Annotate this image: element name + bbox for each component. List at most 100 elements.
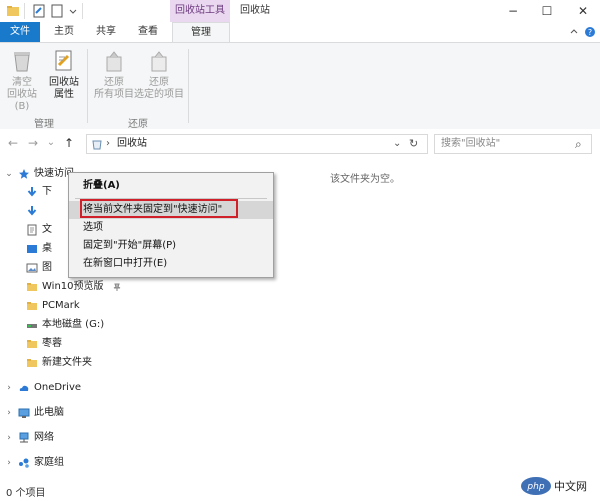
path-separator: › xyxy=(106,138,110,149)
desktop-icon xyxy=(27,245,37,253)
search-icon[interactable]: ⌕ xyxy=(575,135,582,153)
chevron-right-icon[interactable]: › xyxy=(4,378,14,398)
nav-label: 下 xyxy=(42,186,52,197)
nav-item-local-disk-g[interactable]: 本地磁盘 (G:) xyxy=(0,315,140,335)
recycle-bin-icon xyxy=(92,140,102,150)
nav-label: OneDrive xyxy=(34,382,82,393)
chevron-right-icon[interactable]: › xyxy=(4,453,14,473)
restore-all-items-button[interactable]: 还原 所有项目 xyxy=(92,49,136,105)
nav-item-documents[interactable]: 文 xyxy=(0,220,66,240)
chevron-right-icon[interactable]: › xyxy=(4,428,14,448)
menu-item-label: 折叠(A) xyxy=(83,180,120,191)
nav-item-onedrive[interactable]: › OneDrive xyxy=(0,378,140,398)
nav-item-network[interactable]: › 网络 xyxy=(0,428,140,448)
download-arrow-icon xyxy=(27,206,37,216)
divider xyxy=(82,3,83,19)
group-separator xyxy=(87,49,88,123)
menu-item-pin-to-start[interactable]: 固定到"开始"屏幕(P) xyxy=(69,237,273,255)
nav-label: 家庭组 xyxy=(34,457,64,468)
nav-item-downloads-2[interactable] xyxy=(0,201,66,221)
group-label-manage: 管理 xyxy=(34,119,54,130)
menu-item-open-new-window[interactable]: 在新窗口中打开(E) xyxy=(69,255,273,273)
group-separator xyxy=(188,49,189,123)
computer-icon xyxy=(18,408,30,418)
nav-item-zhangmai[interactable]: 枣蓉 xyxy=(0,334,140,354)
contextual-tab-recycle-bin-tools: 回收站工具 xyxy=(170,0,230,22)
folder-icon[interactable] xyxy=(6,4,20,18)
path-segment-recycle-bin[interactable]: 回收站 xyxy=(117,135,147,153)
chevron-right-icon[interactable]: › xyxy=(4,403,14,423)
properties-icon[interactable] xyxy=(32,4,46,18)
menu-item-label: 在新窗口中打开(E) xyxy=(83,258,168,269)
nav-item-this-pc[interactable]: › 此电脑 xyxy=(0,403,140,423)
search-box[interactable]: 搜索"回收站" ⌕ xyxy=(434,134,592,154)
nav-item-downloads[interactable]: 下 xyxy=(0,182,66,202)
nav-label: 新建文件夹 xyxy=(42,357,92,368)
highlight-box xyxy=(80,199,238,218)
star-icon xyxy=(19,169,29,179)
address-bar[interactable]: › 回收站 ⌄ ↻ xyxy=(86,134,428,154)
restore-selected-icon xyxy=(151,51,167,72)
restore-selected-items-button[interactable]: 还原 选定的项目 xyxy=(134,49,184,105)
close-button[interactable]: ✕ xyxy=(566,0,600,22)
minimize-button[interactable]: − xyxy=(496,0,530,22)
empty-recycle-bin-button[interactable]: 清空 回收站(B) xyxy=(2,49,42,112)
cloud-icon xyxy=(19,385,29,391)
ribbon-tabs: 文件 主页 共享 查看 管理 ? xyxy=(0,22,600,42)
restore-all-icon xyxy=(106,51,122,72)
empty-folder-message: 该文件夹为空。 xyxy=(330,174,400,185)
nav-label: 枣蓉 xyxy=(42,338,62,349)
nav-label: 桌 xyxy=(42,243,52,254)
download-arrow-icon xyxy=(27,187,37,197)
homegroup-icon xyxy=(19,458,29,468)
pictures-icon xyxy=(26,263,38,273)
nav-label: Win10预览版 xyxy=(42,281,104,292)
empty-bin-label-line1: 清空 xyxy=(12,77,32,88)
up-button[interactable]: ↑ xyxy=(62,135,76,151)
help-icon[interactable]: ? xyxy=(584,25,596,39)
document-icon xyxy=(27,224,37,236)
maximize-button[interactable]: ☐ xyxy=(530,0,564,22)
folder-icon xyxy=(27,283,37,291)
menu-item-label: 固定到"开始"屏幕(P) xyxy=(83,240,177,251)
divider xyxy=(24,3,25,19)
chevron-down-icon[interactable]: ⌄ xyxy=(4,164,14,184)
tab-file[interactable]: 文件 xyxy=(0,22,40,42)
tab-home[interactable]: 主页 xyxy=(44,22,84,42)
restore-sel-label-line2: 选定的项目 xyxy=(134,89,184,100)
forward-button[interactable]: → xyxy=(26,135,40,151)
nav-label: 本地磁盘 (G:) xyxy=(42,319,105,330)
tab-share[interactable]: 共享 xyxy=(86,22,126,42)
empty-bin-label-line2: 回收站(B) xyxy=(7,89,37,112)
restore-all-label-line2: 所有项目 xyxy=(94,89,134,100)
nav-item-new-folder[interactable]: 新建文件夹 xyxy=(0,353,140,373)
restore-all-label-line1: 还原 xyxy=(104,77,124,88)
recycle-bin-properties-button[interactable]: 回收站 属性 xyxy=(44,49,84,105)
folder-icon xyxy=(27,302,37,310)
nav-item-pictures[interactable]: 图 xyxy=(0,258,66,278)
svg-text:?: ? xyxy=(588,28,592,37)
properties-icon xyxy=(55,50,72,71)
new-folder-icon[interactable] xyxy=(50,4,64,18)
nav-item-win10-preview[interactable]: Win10预览版 xyxy=(0,277,140,297)
menu-item-options[interactable]: 选项 xyxy=(69,219,273,237)
nav-label: 网络 xyxy=(34,432,54,443)
nav-label: PCMark xyxy=(42,300,80,311)
back-button[interactable]: ← xyxy=(6,135,20,151)
pin-icon xyxy=(113,283,121,291)
group-label-restore: 还原 xyxy=(128,119,148,130)
nav-item-homegroup[interactable]: › 家庭组 xyxy=(0,453,140,473)
quick-access-dropdown-icon[interactable] xyxy=(66,4,80,18)
tab-view[interactable]: 查看 xyxy=(128,22,168,42)
collapse-ribbon-icon[interactable] xyxy=(568,26,580,38)
tab-manage[interactable]: 管理 xyxy=(172,22,230,42)
bin-props-label-line1: 回收站 xyxy=(49,77,79,88)
menu-item-collapse[interactable]: 折叠(A) xyxy=(69,177,273,195)
refresh-button[interactable]: ↻ xyxy=(409,135,418,153)
address-dropdown-button[interactable]: ⌄ xyxy=(393,135,401,153)
nav-item-pcmark[interactable]: PCMark xyxy=(0,296,140,316)
window-title: 回收站 xyxy=(240,5,270,16)
menu-item-label: 选项 xyxy=(83,222,103,233)
recent-locations-button[interactable]: ⌄ xyxy=(44,135,58,151)
nav-item-desktop[interactable]: 桌 xyxy=(0,239,66,259)
